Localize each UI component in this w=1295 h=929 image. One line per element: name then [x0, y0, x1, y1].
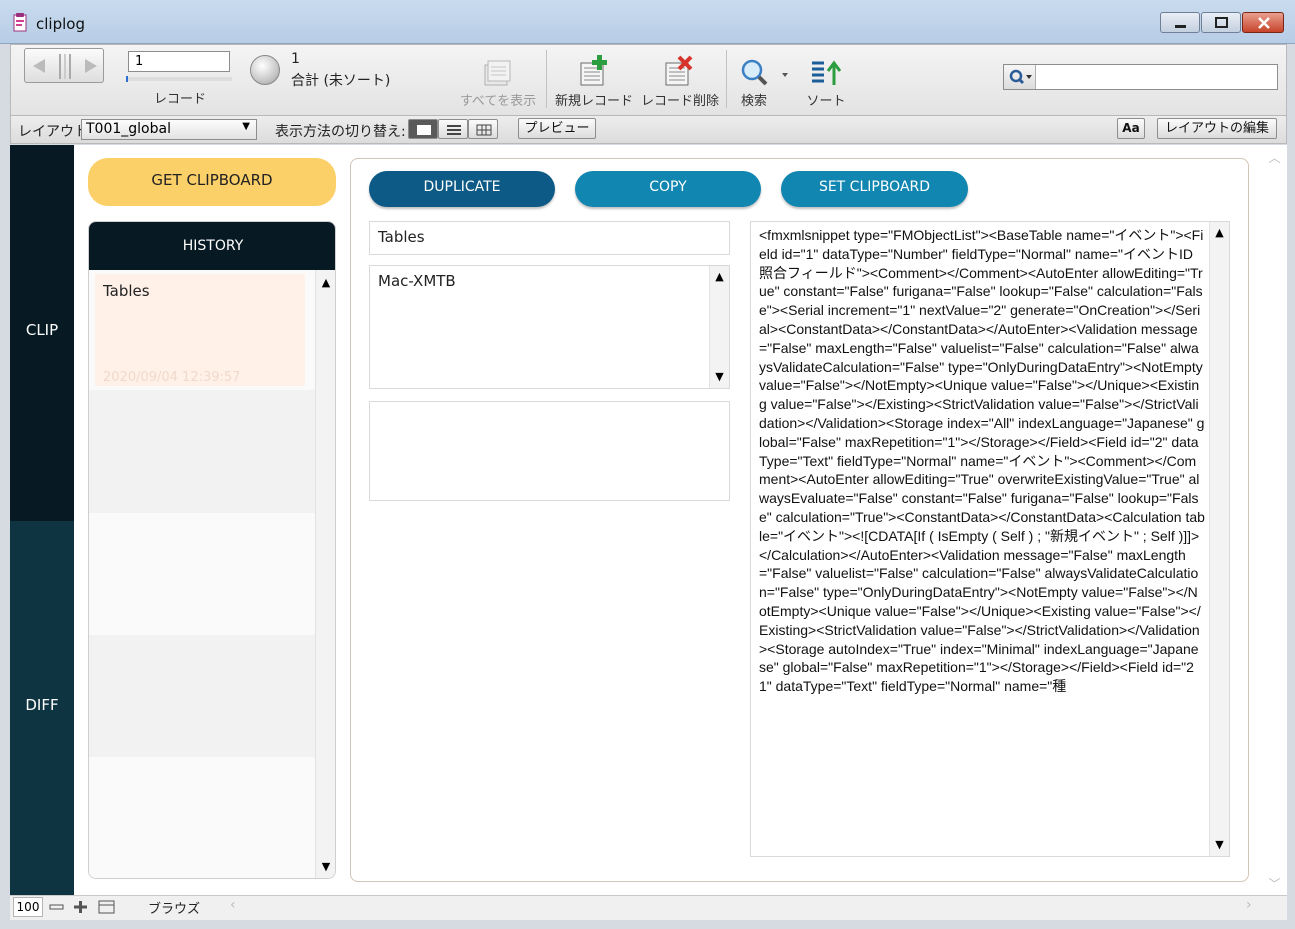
history-list: Tables 2020/09/04 12:39:57: [89, 270, 315, 878]
list-view-icon: [447, 125, 461, 135]
view-as-form-button[interactable]: [408, 119, 438, 139]
maximize-button[interactable]: [1201, 12, 1241, 33]
window-scrollbar[interactable]: ︿ ﹀: [1262, 145, 1287, 895]
chevron-down-icon[interactable]: ﹀: [1262, 875, 1287, 892]
quick-find-field[interactable]: [1003, 64, 1278, 90]
delete-record-icon: [660, 55, 700, 89]
scroll-down-icon[interactable]: ▼: [710, 370, 729, 383]
source-scrollbar[interactable]: ▲ ▼: [709, 266, 729, 388]
clip-note-field[interactable]: [369, 401, 730, 501]
sidebar-tab-clip[interactable]: CLIP: [10, 145, 74, 521]
copy-button[interactable]: COPY: [575, 171, 761, 207]
clip-name-field[interactable]: Tables: [369, 221, 730, 255]
record-book-nav[interactable]: [24, 48, 104, 83]
history-panel: HISTORY Tables 2020/09/04 12:39:57 ▲ ▼: [88, 221, 336, 879]
xml-scrollbar[interactable]: ▲ ▼: [1209, 222, 1229, 856]
duplicate-button[interactable]: DUPLICATE: [369, 171, 555, 207]
status-bar: [10, 895, 1287, 920]
layout-select[interactable]: T001_global ▼: [81, 119, 257, 140]
scroll-down-icon[interactable]: ▼: [316, 860, 335, 873]
record-pie-icon: [250, 55, 280, 85]
form-view-icon: [417, 125, 431, 135]
total-label: 合計 (未ソート): [291, 73, 391, 89]
minimize-button[interactable]: [1160, 12, 1200, 33]
history-scrollbar[interactable]: ▲ ▼: [315, 270, 335, 878]
show-all-icon: [475, 57, 515, 89]
clip-source-value: Mac-XMTB: [378, 272, 456, 290]
toolbar-divider: [726, 50, 727, 108]
new-record-icon: [575, 55, 615, 89]
search-icon[interactable]: [1004, 65, 1036, 89]
scroll-up-icon[interactable]: ▲: [316, 276, 335, 289]
scroll-up-icon[interactable]: ▲: [710, 270, 729, 283]
total-count: 1: [291, 51, 300, 67]
edit-layout-button[interactable]: レイアウトの編集: [1157, 118, 1277, 139]
book-icon: [33, 54, 97, 79]
new-record-button[interactable]: 新規レコード: [554, 90, 634, 109]
sort-button[interactable]: ソート: [804, 90, 848, 109]
get-clipboard-button[interactable]: GET CLIPBOARD: [88, 158, 336, 206]
minimize-icon: [1175, 25, 1186, 28]
format-bar-button[interactable]: Aa: [1117, 118, 1145, 139]
find-button[interactable]: 検索: [732, 90, 776, 109]
history-item-timestamp: 2020/09/04 12:39:57: [103, 370, 241, 385]
chevron-down-icon: ▼: [242, 121, 250, 132]
find-icon: [738, 57, 788, 89]
title-bar: [0, 0, 1295, 44]
close-icon: [1258, 17, 1270, 29]
zoom-in-icon[interactable]: [72, 899, 90, 915]
set-clipboard-button[interactable]: SET CLIPBOARD: [781, 171, 968, 207]
sort-icon: [808, 57, 844, 89]
record-label: レコード: [153, 92, 206, 107]
record-slider[interactable]: [126, 76, 232, 82]
zoom-level[interactable]: 100: [13, 897, 43, 917]
search-input[interactable]: [1038, 66, 1274, 88]
clip-source-field[interactable]: Mac-XMTB ▲ ▼: [369, 265, 730, 389]
table-view-icon: [476, 124, 492, 136]
scroll-down-icon[interactable]: ▼: [1210, 838, 1229, 851]
mode-label: ブラウズ: [148, 902, 201, 917]
close-button[interactable]: [1242, 12, 1284, 33]
history-header: HISTORY: [89, 222, 335, 270]
maximize-icon: [1215, 17, 1228, 28]
scroll-up-icon[interactable]: ▲: [1210, 226, 1229, 239]
show-all-button[interactable]: すべてを表示: [456, 90, 540, 109]
list-item[interactable]: Tables 2020/09/04 12:39:57: [95, 274, 305, 386]
zoom-out-icon[interactable]: [48, 899, 66, 915]
view-switch-label: 表示方法の切り替え:: [275, 124, 406, 140]
view-as-list-button[interactable]: [438, 119, 468, 139]
layout-select-value: T001_global: [86, 121, 171, 137]
sidebar-clip-label: CLIP: [25, 321, 59, 339]
toggle-toolbar-icon[interactable]: [97, 899, 117, 915]
sidebar-diff-label: DIFF: [25, 696, 59, 714]
preview-button[interactable]: プレビュー: [518, 118, 596, 139]
list-item[interactable]: [89, 513, 315, 635]
toolbar-divider: [546, 50, 547, 108]
list-item[interactable]: [89, 635, 315, 757]
app-icon: [12, 13, 30, 33]
scroll-left-icon[interactable]: ‹: [230, 897, 236, 913]
list-item[interactable]: [89, 757, 315, 878]
xml-content-text: <fmxmlsnippet type="FMObjectList"><BaseT…: [759, 227, 1205, 695]
sidebar-tab-diff[interactable]: DIFF: [10, 521, 74, 895]
delete-record-button[interactable]: レコード削除: [639, 90, 721, 109]
scroll-right-icon[interactable]: ›: [1246, 897, 1252, 913]
record-number-input[interactable]: 1: [128, 51, 230, 72]
view-as-table-button[interactable]: [468, 119, 498, 139]
history-item-title: Tables: [103, 282, 150, 300]
window-title: cliplog: [36, 15, 85, 33]
list-item[interactable]: [89, 390, 315, 513]
xml-content-field[interactable]: <fmxmlsnippet type="FMObjectList"><BaseT…: [750, 221, 1230, 857]
chevron-up-icon[interactable]: ︿: [1262, 149, 1287, 166]
